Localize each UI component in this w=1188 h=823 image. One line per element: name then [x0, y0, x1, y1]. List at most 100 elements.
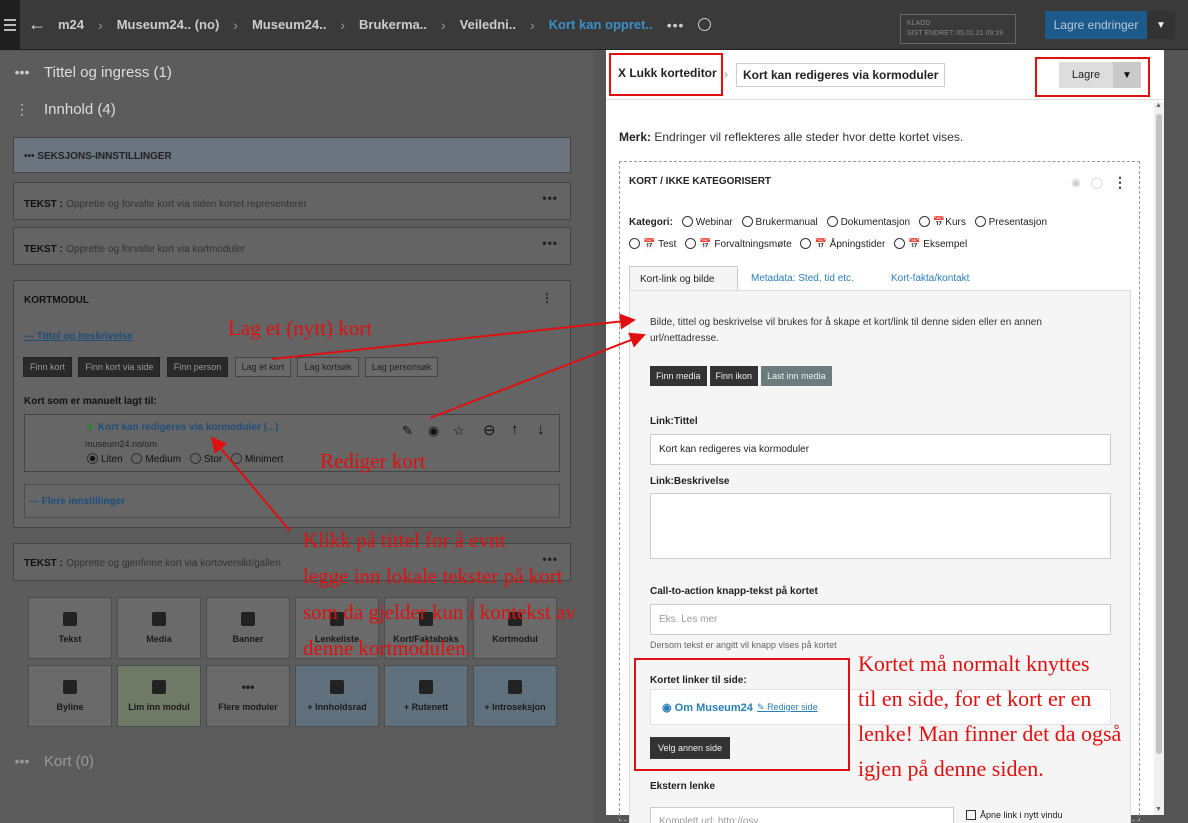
link-title-input[interactable]: Kort kan redigeres via kormoduler	[650, 434, 1111, 465]
more-icon[interactable]: •••	[542, 236, 558, 250]
open-new-window-checkbox[interactable]: Åpne link i nytt vindu	[966, 810, 1063, 820]
find-card-via-page-button[interactable]: Finn kort via side	[78, 357, 161, 377]
caret-down-icon[interactable]: ▼	[1147, 11, 1175, 39]
size-label: Stor	[203, 454, 223, 465]
cta-input[interactable]: Eks. Les mer	[650, 604, 1111, 635]
section-title-ingress[interactable]: ••• Tittel og ingress (1)	[0, 54, 593, 90]
find-card-button[interactable]: Finn kort	[23, 357, 73, 377]
category-radio[interactable]	[894, 238, 906, 249]
annotation-line: Kortet må normalt knyttes	[858, 651, 1090, 676]
eye-icon[interactable]: ◉	[428, 423, 439, 439]
title-description-link[interactable]: --- Tittel og beskrivelse	[24, 331, 133, 342]
upload-media-button[interactable]: Last inn media	[761, 366, 832, 386]
external-link-input[interactable]: Komplett url: http://osv	[650, 807, 954, 823]
arrow-up-icon[interactable]: ↑	[511, 421, 519, 438]
status-circle-icon[interactable]	[698, 18, 712, 31]
tile-add-content-row[interactable]: + Innholdsrad	[295, 665, 379, 727]
more-settings-link[interactable]: --- Flere innstillinger	[29, 496, 125, 507]
tile-media[interactable]: Media	[117, 597, 201, 659]
back-arrow-icon[interactable]: ←	[28, 14, 46, 35]
drag-handle-icon[interactable]: •••	[0, 64, 44, 80]
size-radio[interactable]	[131, 453, 143, 464]
find-media-button[interactable]: Finn media	[650, 366, 707, 386]
breadcrumb-2[interactable]: Museum24.. (no)	[117, 17, 220, 32]
text-block-label: TEKST :	[24, 244, 63, 255]
kebab-icon[interactable]: ⋮	[0, 101, 44, 118]
highlight-save-button	[1035, 57, 1150, 97]
tile-banner[interactable]: Banner	[206, 597, 290, 659]
pencil-icon[interactable]: ✎	[402, 423, 413, 439]
menu-icon[interactable]	[0, 0, 20, 50]
breadcrumb-3[interactable]: Museum24..	[252, 17, 326, 32]
drag-handle-icon[interactable]: •••	[0, 753, 44, 769]
star-icon[interactable]: ☆	[453, 423, 465, 439]
category-radio[interactable]	[685, 238, 697, 249]
section-settings[interactable]: ••• SEKSJONS-INNSTILLINGER	[13, 137, 571, 173]
tab-metadata[interactable]: Metadata: Sted, tid etc.	[741, 266, 864, 291]
category-radio[interactable]	[681, 216, 693, 227]
breadcrumb-5[interactable]: Veiledni..	[460, 17, 516, 32]
chevron-right-icon: ›	[98, 16, 103, 33]
text-block-2[interactable]: TEKST : Opprette og forvalte kort via ko…	[13, 227, 571, 265]
tab-card-link[interactable]: Kort-link og bilde	[629, 266, 738, 291]
tile-add-intro-section[interactable]: + Introseksjon	[473, 665, 557, 727]
check-circle-icon[interactable]: ◯	[1091, 176, 1103, 189]
size-radio[interactable]	[230, 453, 242, 464]
breadcrumb-1[interactable]: m24	[58, 17, 84, 32]
image-icon	[152, 612, 166, 626]
card-heading: KORT / IKKE KATEGORISERT	[629, 176, 772, 187]
tab-card-facts[interactable]: Kort-fakta/kontakt	[881, 266, 979, 291]
tile-label: Tekst	[58, 634, 82, 644]
link-description-textarea[interactable]	[650, 493, 1111, 559]
external-link-label: Ekstern lenke	[650, 781, 716, 792]
category-radio[interactable]	[741, 216, 753, 227]
remove-icon[interactable]: ⊖	[483, 421, 496, 439]
person-icon	[63, 680, 77, 694]
text-block-label: TEKST :	[24, 558, 63, 569]
category-radio[interactable]	[629, 238, 640, 249]
create-card-search-button[interactable]: Lag kortsøk	[297, 357, 359, 377]
tile-text[interactable]: Tekst	[28, 597, 112, 659]
create-card-button[interactable]: Lag et kort	[234, 357, 292, 377]
section-cards[interactable]: ••• Kort (0)	[0, 743, 593, 779]
arrow-down-icon[interactable]: ↓	[537, 421, 545, 438]
find-person-button[interactable]: Finn person	[166, 357, 229, 377]
highlight-close-button	[609, 53, 723, 96]
card-title-link[interactable]: Kort kan redigeres via kormoduler (...)	[98, 422, 279, 433]
more-settings-row[interactable]: --- Flere innstillinger	[24, 484, 560, 518]
breadcrumb-4[interactable]: Brukerma..	[359, 17, 427, 32]
card-tabs: Kort-link og bilde Metadata: Sted, tid e…	[629, 266, 1131, 291]
tile-paste-module[interactable]: Lim inn modul	[117, 665, 201, 727]
text-block-content: Opprette og forvalte kort via kortmodule…	[66, 244, 246, 255]
section-content[interactable]: ⋮ Innhold (4)	[0, 91, 593, 127]
scroll-down-icon[interactable]: ▼	[1155, 806, 1162, 813]
status-box: KLADD SIST ENDRET: 05.01.21 09:19	[900, 14, 1016, 44]
kebab-icon[interactable]: ⋮	[541, 291, 554, 305]
clipboard-icon	[152, 680, 166, 694]
tile-more-modules[interactable]: ••• Flere moduler	[206, 665, 290, 727]
category-radio[interactable]	[826, 216, 838, 227]
breadcrumb-current[interactable]: Kort kan oppret..	[549, 17, 653, 32]
tile-byline[interactable]: Byline	[28, 665, 112, 727]
tile-add-grid[interactable]: + Rutenett	[384, 665, 468, 727]
find-icon-button[interactable]: Finn ikon	[709, 366, 759, 386]
more-icon[interactable]: •••	[667, 17, 685, 33]
create-person-search-button[interactable]: Lag personsøk	[364, 357, 439, 377]
category-radio[interactable]	[800, 238, 812, 249]
eye-icon[interactable]: ◉	[1071, 176, 1081, 189]
scroll-up-icon[interactable]: ▲	[1155, 102, 1162, 109]
save-changes-button[interactable]: Lagre endringer ▼	[1045, 11, 1175, 39]
more-icon[interactable]: •••	[542, 191, 558, 205]
category-radio[interactable]	[974, 216, 986, 227]
size-radio[interactable]	[189, 453, 201, 464]
annotation-line: legge inn lokale tekster på kort	[303, 564, 563, 588]
panel-scrollbar[interactable]: ▲ ▼	[1154, 102, 1164, 815]
category-option: Kurs	[945, 217, 966, 228]
kebab-icon[interactable]: ⋮	[1113, 174, 1127, 191]
checkbox-icon[interactable]	[966, 810, 976, 820]
category-label: Kategori:	[629, 217, 673, 228]
scroll-thumb[interactable]	[1156, 114, 1162, 754]
category-radio[interactable]	[918, 216, 930, 227]
text-block-1[interactable]: TEKST : Opprette og forvalte kort via si…	[13, 182, 571, 220]
size-radio[interactable]	[87, 453, 98, 464]
